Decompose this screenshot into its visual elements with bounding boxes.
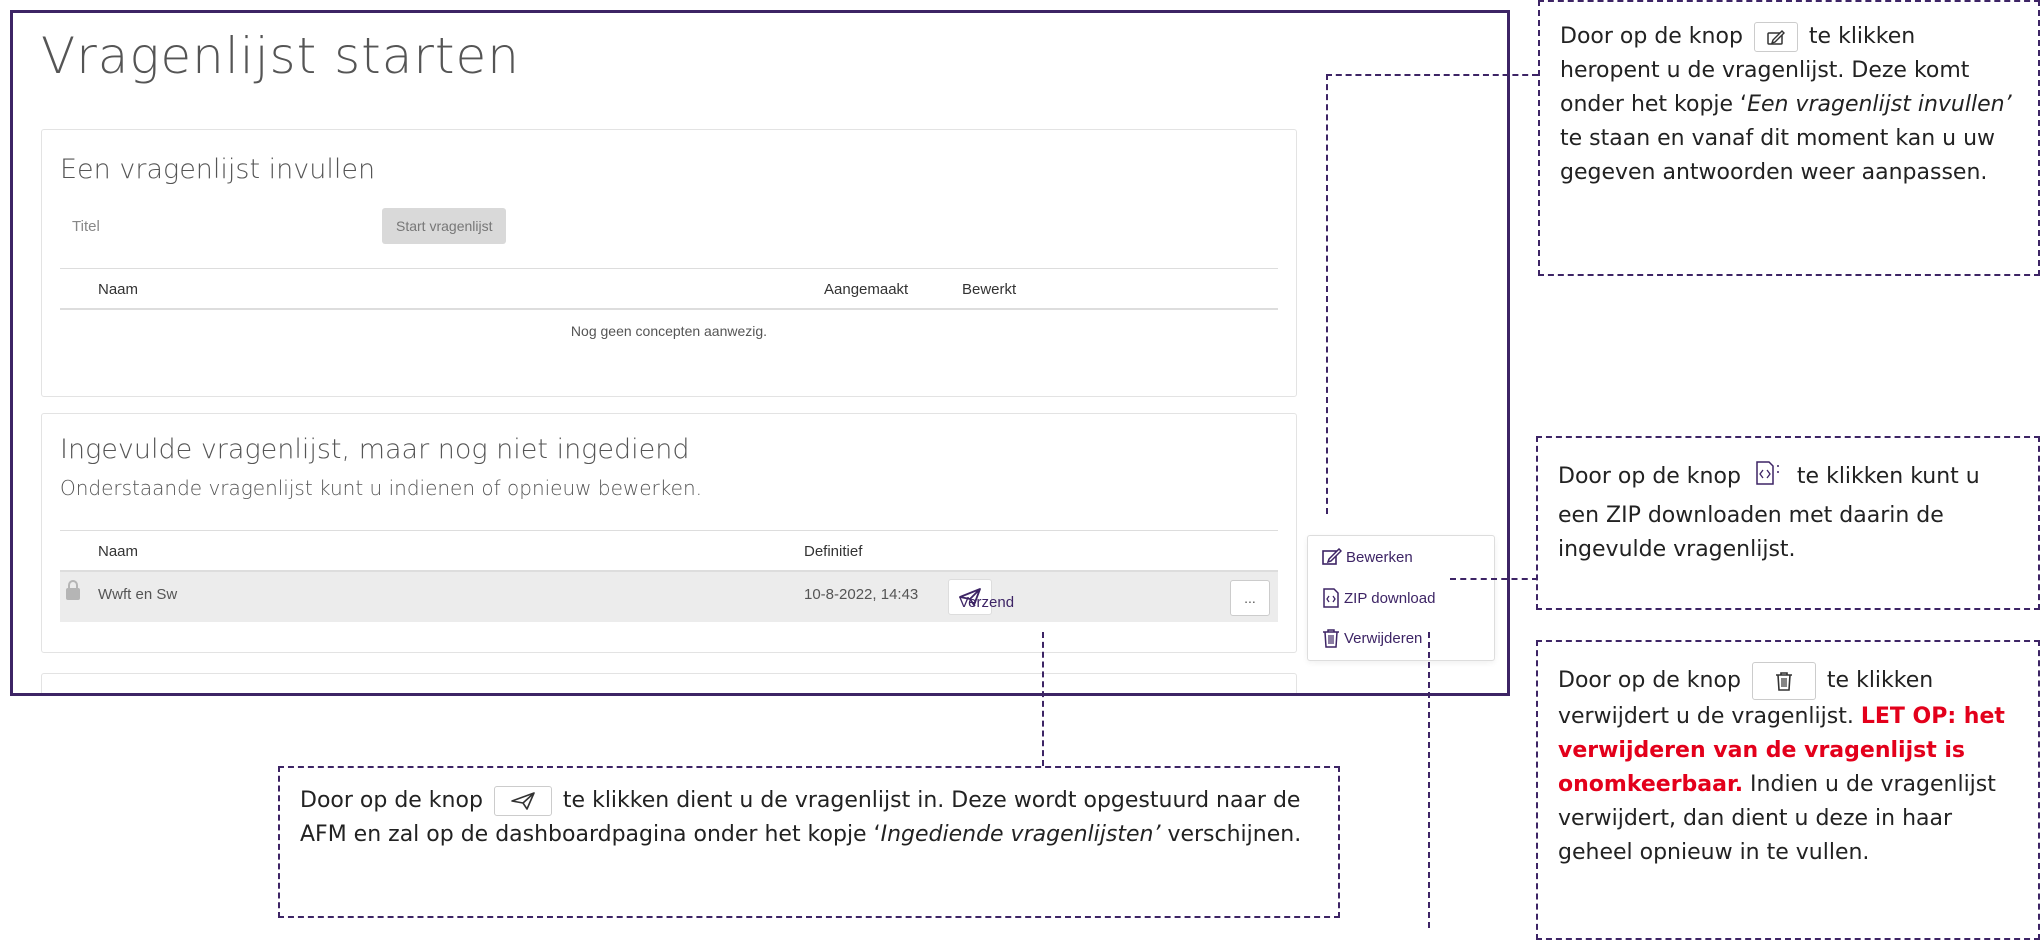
zip-file-icon — [1756, 461, 1779, 485]
table-row[interactable]: Wwft en Sw 10-8-2022, 14:43 Verzend ... — [60, 572, 1278, 622]
trash-icon — [1323, 629, 1339, 648]
app-screenshot-frame: Vragenlijst starten Een vragenlijst invu… — [10, 10, 1510, 696]
annotation-text: Door op de knop — [1558, 464, 1741, 489]
inline-send-button-icon — [493, 786, 552, 816]
column-aangemaakt: Aangemaakt — [824, 281, 909, 298]
completed-card: Ingevulde vragenlijst, maar nog niet ing… — [41, 413, 1297, 653]
dropdown-item-label: Verwijderen — [1344, 629, 1423, 647]
lock-icon — [66, 580, 80, 600]
row-definitief: 10-8-2022, 14:43 — [804, 586, 919, 603]
annotation-zip: Door op de knop te klikken kunt u een ZI… — [1536, 436, 2040, 610]
fill-in-card: Een vragenlijst invullen Titel Start vra… — [41, 129, 1297, 397]
annotation-edit-text: Door op de knop te klikken heropent u de… — [1560, 20, 2018, 190]
completed-title: Ingevulde vragenlijst, maar nog niet ing… — [60, 434, 690, 465]
empty-drafts-message: Nog geen concepten aanwezig. — [570, 323, 768, 339]
row-name: Wwft en Sw — [98, 586, 178, 603]
annotation-send-text: Door op de knop te klikken dient u de vr… — [300, 784, 1320, 852]
next-card — [41, 673, 1297, 693]
annotation-text: Door op de knop — [300, 788, 483, 813]
annotation-italic: Ingediende vragenlijsten’ — [880, 822, 1161, 847]
inline-zip-icon — [1754, 460, 1780, 499]
completed-subtitle: Onderstaande vragenlijst kunt u indienen… — [60, 476, 702, 500]
inline-edit-button-icon — [1753, 22, 1798, 52]
page-title: Vragenlijst starten — [41, 27, 520, 85]
start-questionnaire-button[interactable]: Start vragenlijst — [382, 208, 507, 244]
paper-plane-icon — [511, 792, 535, 810]
annotation-send: Door op de knop te klikken dient u de vr… — [278, 766, 1340, 918]
inline-delete-button-icon — [1751, 662, 1816, 700]
completed-table-header: Naam Definitief — [60, 530, 1278, 572]
annotation-zip-text: Door op de knop te klikken kunt u een ZI… — [1558, 460, 2020, 567]
annotation-italic: Een vragenlijst invullen’ — [1747, 92, 2012, 117]
connector-delete-v — [1428, 632, 1430, 928]
dropdown-item-edit[interactable]: Bewerken — [1322, 548, 1413, 566]
annotation-text: verschijnen. — [1160, 822, 1302, 847]
annotation-edit: Door op de knop te klikken heropent u de… — [1538, 0, 2040, 276]
dropdown-item-zip[interactable]: ZIP download — [1322, 588, 1435, 608]
dropdown-item-label: Bewerken — [1346, 548, 1413, 566]
annotation-delete-text: Door op de knop te klikken verwijdert u … — [1558, 662, 2020, 870]
column-bewerkt: Bewerkt — [962, 281, 1017, 298]
connector-edit-v — [1326, 74, 1328, 514]
fill-in-title: Een vragenlijst invullen — [60, 154, 376, 185]
dropdown-item-label: ZIP download — [1344, 589, 1436, 607]
dropdown-item-delete[interactable]: Verwijderen — [1322, 628, 1422, 648]
column-definitief: Definitief — [804, 543, 863, 560]
annotation-text: Door op de knop — [1558, 668, 1741, 693]
edit-icon — [1322, 548, 1342, 565]
title-field-label[interactable]: Titel — [72, 218, 100, 235]
connector-zip-h — [1450, 578, 1538, 580]
trash-icon — [1775, 672, 1792, 691]
annotation-text: Door op de knop — [1560, 24, 1743, 49]
connector-send-v — [1042, 632, 1044, 766]
edit-icon — [1767, 30, 1785, 45]
connector-edit-h — [1326, 74, 1538, 76]
send-label: Verzend — [959, 594, 1015, 611]
more-options-button[interactable]: ... — [1230, 580, 1270, 616]
column-naam: Naam — [98, 543, 139, 560]
column-naam: Naam — [98, 281, 139, 298]
annotation-delete: Door op de knop te klikken verwijdert u … — [1536, 640, 2040, 940]
drafts-table-header: Naam Aangemaakt Bewerkt — [60, 268, 1278, 310]
annotation-text: te staan en vanaf dit moment kan u uw ge… — [1560, 126, 1996, 185]
zip-file-icon — [1323, 588, 1339, 608]
row-actions-dropdown: Bewerken ZIP download Verwijderen — [1307, 535, 1495, 661]
send-button[interactable]: Verzend — [948, 579, 1014, 615]
